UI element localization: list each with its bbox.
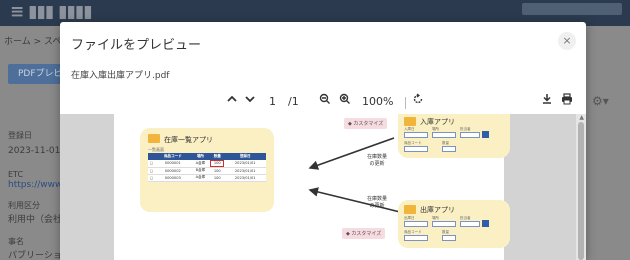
field-label: ETC	[8, 170, 24, 179]
date-field	[404, 132, 428, 138]
field-label: 事名	[8, 237, 24, 246]
location-field	[432, 132, 456, 138]
chevron-up-icon[interactable]	[226, 93, 238, 111]
pdf-viewer[interactable]: 在庫一覧アプリ 一覧画面 商品コード 場所 数量 登録日 ▢ 0000001 A…	[60, 114, 586, 260]
inbound-app-title: 入庫アプリ	[420, 118, 455, 126]
zoom-level: 100%	[362, 95, 394, 108]
inbound-app-bubble: 入庫アプリ 入庫日 場所 担当者 商品コード 数量	[398, 114, 510, 158]
scroll-up-arrow-icon[interactable]: ▲	[579, 114, 584, 121]
zoom-in-icon[interactable]	[339, 93, 351, 111]
product-code-field	[404, 146, 428, 152]
preview-toolbar: 1 /1 100%	[60, 90, 586, 114]
field-label: 登録日	[8, 131, 32, 140]
settings-gear-icon[interactable]: ⚙▾	[592, 94, 609, 108]
staff-field	[460, 221, 480, 227]
chevron-down-icon[interactable]	[244, 93, 256, 111]
rotate-icon[interactable]	[412, 93, 424, 111]
file-name: 在庫入庫出庫アプリ.pdf	[71, 71, 170, 81]
product-code-field	[404, 235, 428, 241]
folder-icon	[404, 205, 416, 214]
update-label-top: 在庫数量 の更新	[366, 154, 387, 167]
date-field	[404, 221, 428, 227]
scrollbar-thumb[interactable]	[578, 122, 584, 260]
quantity-field	[442, 146, 456, 152]
download-icon[interactable]	[541, 93, 553, 111]
print-icon[interactable]	[561, 93, 573, 111]
close-icon[interactable]: ×	[558, 32, 576, 50]
file-preview-modal: ファイルをプレビュー × 在庫入庫出庫アプリ.pdf 1 /1 100% 在庫一…	[60, 22, 586, 260]
lookup-button	[482, 131, 489, 138]
page-number-input[interactable]: 1	[269, 93, 276, 111]
outbound-app-title: 出庫アプリ	[420, 206, 455, 214]
customize-tag-top: ◆ カスタマイズ	[344, 118, 388, 129]
customize-tag-bottom: ◆ カスタマイズ	[342, 228, 386, 239]
app-logo: ≡ ▮▮▮ ▮▮▮▮	[10, 2, 93, 22]
field-value: パブリーショ	[8, 251, 62, 260]
field-value: 2023-11-01	[8, 146, 61, 156]
modal-title: ファイルをプレビュー	[71, 38, 202, 53]
field-label: 利用区分	[8, 201, 40, 210]
outbound-app-bubble: 出庫アプリ 出庫日 場所 担当者 商品コード 数量	[398, 200, 510, 248]
zoom-out-icon[interactable]	[319, 93, 331, 111]
location-field	[432, 221, 456, 227]
update-label-bottom: 在庫数量 の更新	[366, 196, 387, 209]
toolbar-divider	[405, 97, 406, 109]
lookup-button	[482, 220, 489, 227]
scrollbar[interactable]: ▲	[576, 114, 586, 260]
field-value: 利用中（会社	[8, 215, 63, 225]
staff-field	[460, 132, 480, 138]
folder-icon	[404, 117, 416, 126]
pdf-page: 在庫一覧アプリ 一覧画面 商品コード 場所 数量 登録日 ▢ 0000001 A…	[114, 114, 510, 260]
header-search-input[interactable]	[522, 3, 622, 15]
page-total: /1	[288, 95, 299, 108]
quantity-field	[442, 235, 456, 241]
